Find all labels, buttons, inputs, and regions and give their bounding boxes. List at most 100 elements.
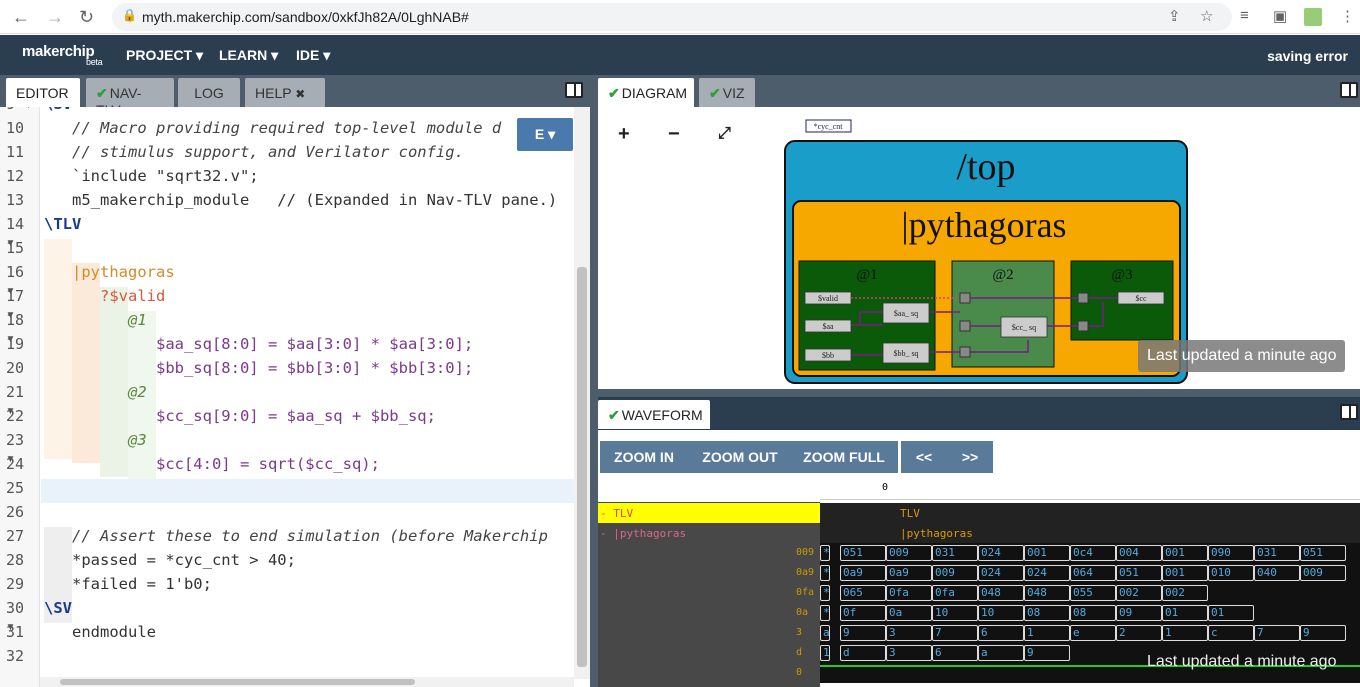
waveform-signal-name[interactable]: - TLV bbox=[600, 507, 633, 520]
code-line[interactable]: \SV bbox=[44, 599, 72, 617]
makerchip-logo[interactable]: makerchip beta bbox=[22, 43, 103, 67]
waveform-trace[interactable]: * 0a9 0a9 009 024 024 064 051 001 010 040 009 bbox=[820, 563, 1360, 583]
scroll-thumb[interactable] bbox=[577, 267, 587, 667]
code-line[interactable]: *passed = *cyc_cnt > 40; bbox=[44, 551, 296, 569]
url-text[interactable]: myth.makerchip.com/sandbox/0xkfJh82A/0Lg… bbox=[142, 9, 469, 25]
forward-icon[interactable]: → bbox=[46, 7, 64, 28]
code-line[interactable]: ?$valid bbox=[44, 287, 165, 305]
code-line[interactable]: $cc_sq[9:0] = $aa_sq + $bb_sq; bbox=[44, 407, 436, 425]
code-line[interactable]: \SV bbox=[44, 107, 72, 113]
back-icon[interactable]: ← bbox=[12, 7, 30, 28]
stage-2-label: @2 bbox=[992, 267, 1013, 283]
waveform-value: 009 bbox=[932, 565, 978, 581]
code-line[interactable]: `include "sqrt32.v"; bbox=[44, 167, 259, 185]
waveform-value: 024 bbox=[978, 565, 1024, 581]
address-bar[interactable]: 🔒 myth.makerchip.com/sandbox/0xkfJh82A/0… bbox=[112, 3, 1232, 31]
split-pane-icon[interactable] bbox=[1340, 82, 1358, 98]
tab-editor[interactable]: EDITOR bbox=[6, 78, 80, 107]
tab-waveform[interactable]: ✔ WAVEFORM bbox=[598, 400, 710, 429]
signal-valid[interactable]: $valid bbox=[818, 294, 838, 303]
waveform-scroll-controls: << >> bbox=[901, 441, 993, 473]
code-line[interactable]: m5_makerchip_module // (Expanded in Nav-… bbox=[44, 191, 557, 209]
waveform-signal-name[interactable]: - |pythagoras bbox=[600, 527, 686, 540]
sidepanel-icon[interactable]: ▣ bbox=[1273, 7, 1287, 25]
horizontal-divider[interactable] bbox=[598, 389, 1360, 397]
split-pane-icon[interactable] bbox=[565, 82, 583, 98]
signal-bb-sq[interactable]: $bb_ sq bbox=[893, 349, 918, 358]
tab-log[interactable]: LOG bbox=[178, 78, 240, 107]
waveform-value: 090 bbox=[1208, 545, 1254, 561]
share-icon[interactable]: ⇪ bbox=[1168, 7, 1181, 25]
waveform-value: 0a9 bbox=[840, 565, 886, 581]
editor-vertical-scrollbar[interactable] bbox=[574, 107, 590, 679]
waveform-row[interactable]: - TLV TLV bbox=[598, 503, 1360, 523]
prev-value: d bbox=[796, 647, 803, 658]
waveform-value: 10 bbox=[978, 605, 1024, 621]
code-editor[interactable]: 9 ▾ \SV 10 // Macro providing required top… bbox=[0, 107, 590, 687]
code-line[interactable]: $aa_sq[8:0] = $aa[3:0] * $aa[3:0]; bbox=[44, 335, 473, 353]
waveform-trace[interactable]: |pythagoras bbox=[820, 523, 1360, 543]
tab-help[interactable]: HELP ✖ bbox=[245, 78, 325, 107]
code-line[interactable]: @3 bbox=[44, 431, 147, 449]
code-line[interactable]: @1 bbox=[44, 311, 147, 329]
diagram-pane: + − ⤢ *cyc_cnt /top |pythagoras @1 @2 @3 bbox=[598, 107, 1360, 389]
split-pane-icon[interactable] bbox=[1340, 404, 1358, 420]
waveform-row[interactable]: - |pythagoras |pythagoras bbox=[598, 523, 1360, 543]
signal-cc[interactable]: $cc bbox=[1135, 294, 1147, 303]
waveform-trace[interactable]: * 051 009 031 024 001 0c4 004 001 090 031 051 bbox=[820, 543, 1360, 563]
media-icon[interactable]: ≡ bbox=[1240, 7, 1249, 24]
kebab-menu-icon[interactable]: ⋮ bbox=[1340, 7, 1355, 25]
code-line[interactable]: @2 bbox=[44, 383, 147, 401]
waveform-value: 055 bbox=[1070, 585, 1116, 601]
waveform-row[interactable]: @1$aa_sq009*0510090310240010c40040010900… bbox=[598, 543, 1360, 563]
code-line[interactable]: endmodule bbox=[44, 623, 156, 641]
scroll-right-button[interactable]: >> bbox=[947, 441, 993, 473]
reload-icon[interactable]: ↻ bbox=[79, 7, 94, 28]
lock-icon: 🔒 bbox=[122, 8, 137, 22]
zoom-out-button[interactable]: ZOOM OUT bbox=[692, 441, 788, 473]
menu-project[interactable]: PROJECT ▾ bbox=[126, 47, 203, 64]
zoom-full-button[interactable]: ZOOM FULL bbox=[792, 441, 896, 473]
star-icon[interactable]: ☆ bbox=[1200, 7, 1213, 25]
tab-diagram-label: DIAGRAM bbox=[621, 85, 688, 101]
menu-ide[interactable]: IDE ▾ bbox=[296, 47, 330, 64]
editor-mode-button[interactable]: E ▾ bbox=[517, 118, 573, 151]
zoom-in-button[interactable]: ZOOM IN bbox=[600, 441, 688, 473]
scope-label: |pythagoras bbox=[900, 527, 973, 540]
editor-horizontal-scrollbar[interactable] bbox=[40, 677, 574, 687]
code-line[interactable]: \TLV bbox=[44, 215, 81, 233]
tab-nav-tlv[interactable]: ✔NAV-TLV bbox=[86, 78, 174, 118]
code-line[interactable]: $cc[4:0] = sqrt($cc_sq); bbox=[44, 455, 380, 473]
line-number: 32 bbox=[6, 647, 25, 665]
scroll-left-button[interactable]: << bbox=[901, 441, 947, 473]
code-line[interactable]: $bb_sq[8:0] = $bb[3:0] * $bb[3:0]; bbox=[44, 359, 473, 377]
code-line[interactable]: // Assert these to end simulation (befor… bbox=[44, 527, 548, 545]
waveform-value: 051 bbox=[1116, 565, 1162, 581]
line-number: 28 bbox=[6, 551, 25, 569]
waveform-row[interactable]: @1$bb_sq0a9*0a90a90090240240640510010100… bbox=[598, 563, 1360, 583]
menu-learn[interactable]: LEARN ▾ bbox=[219, 47, 278, 64]
close-icon[interactable]: ✖ bbox=[295, 87, 305, 101]
scroll-thumb[interactable] bbox=[60, 679, 415, 685]
waveform-row[interactable]: @3$cc0a*0f0a10100808090101 bbox=[598, 603, 1360, 623]
extension-icon[interactable] bbox=[1304, 8, 1322, 26]
line-number: 20 bbox=[6, 359, 25, 377]
waveform-trace[interactable]: * 065 0fa 0fa 048 048 055 002 002 bbox=[820, 583, 1360, 603]
waveform-trace[interactable]: TLV bbox=[820, 503, 1360, 523]
tab-diagram[interactable]: ✔ DIAGRAM bbox=[598, 78, 694, 107]
code-line[interactable]: // Macro providing required top-level mo… bbox=[44, 119, 501, 137]
waveform-row[interactable]: @1$aa3a93761e21c79 bbox=[598, 623, 1360, 643]
signal-bb[interactable]: $bb bbox=[822, 351, 834, 360]
tab-viz[interactable]: ✔ VIZ bbox=[699, 78, 755, 107]
code-line[interactable]: *failed = 1'b0; bbox=[44, 575, 212, 593]
signal-aa[interactable]: $aa bbox=[822, 322, 834, 331]
waveform-trace[interactable]: a93761e21c79 bbox=[820, 623, 1360, 643]
code-line[interactable]: |pythagoras bbox=[44, 263, 175, 281]
code-line[interactable]: // stimulus support, and Verilator confi… bbox=[44, 143, 464, 161]
logo-text: makerchip bbox=[22, 43, 95, 60]
signal-aa-sq[interactable]: $aa_ sq bbox=[894, 309, 918, 318]
signal-cc-sq[interactable]: $cc_ sq bbox=[1012, 323, 1036, 332]
pane-divider[interactable] bbox=[590, 75, 598, 687]
waveform-trace[interactable]: * 0f 0a 10 10 08 08 09 01 01 bbox=[820, 603, 1360, 623]
waveform-row[interactable]: @2$cc_sq0fa*0650fa0fa048048055002002 bbox=[598, 583, 1360, 603]
